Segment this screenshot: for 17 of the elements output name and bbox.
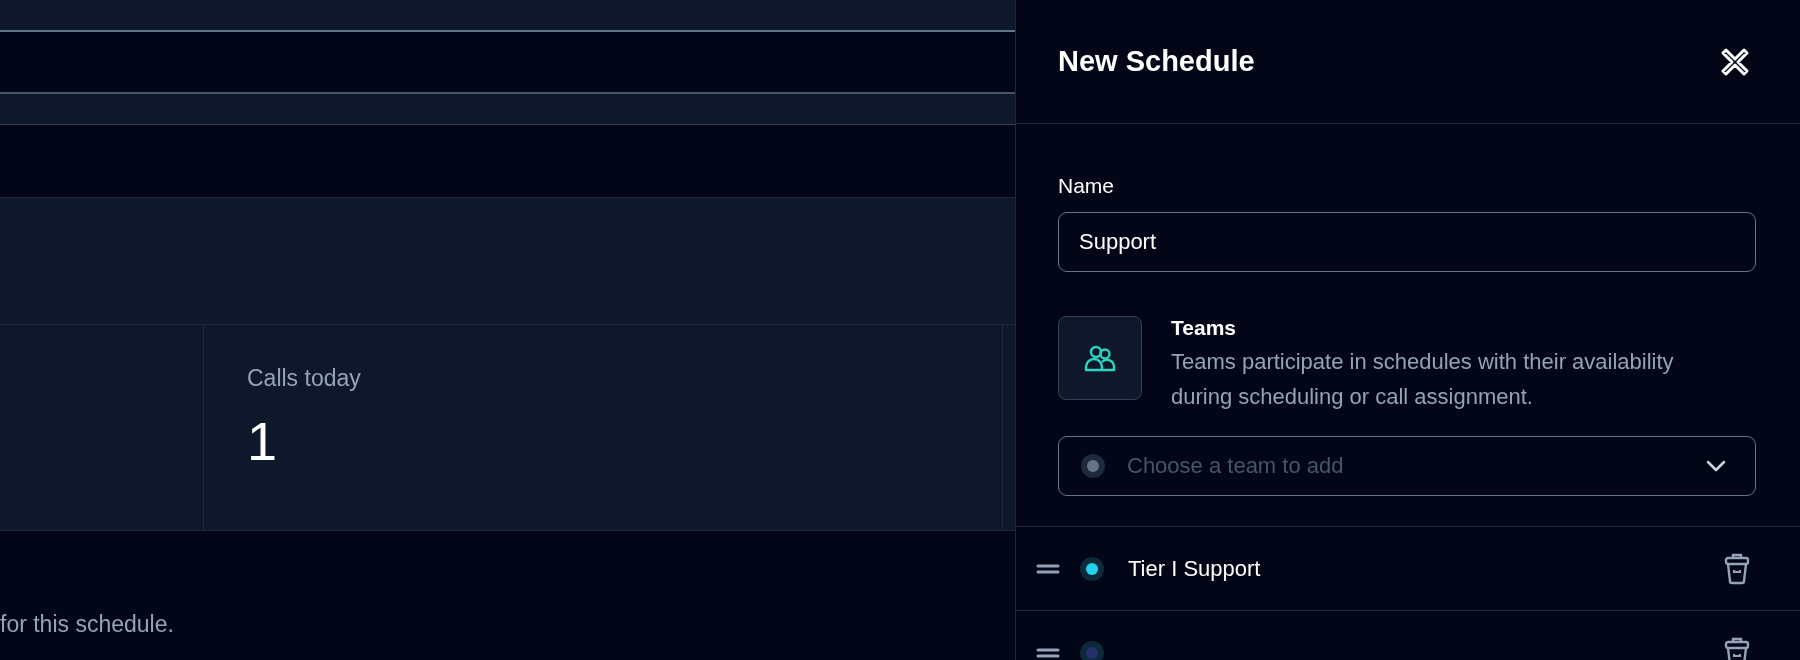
trash-icon[interactable]: [1724, 552, 1750, 585]
drag-handle-icon[interactable]: [1036, 646, 1060, 659]
panel-title: New Schedule: [1058, 45, 1255, 78]
trash-icon[interactable]: [1724, 636, 1750, 660]
close-icon[interactable]: [1720, 46, 1750, 77]
section-title: Teams: [1171, 316, 1237, 340]
chevron-down-icon: [1705, 459, 1727, 473]
description-text: for this schedule.: [0, 611, 174, 637]
team-name: Tier I Support: [1128, 555, 1261, 582]
users-icon: [1083, 343, 1117, 373]
stat-value: 1: [247, 410, 278, 472]
name-input[interactable]: Support: [1058, 212, 1756, 272]
stat-label: Calls today: [247, 365, 361, 392]
field-label: Name: [1058, 174, 1116, 198]
section-description: Teams participate in schedules with their availability during scheduling or call assignment.: [1171, 348, 1675, 411]
drag-handle-icon[interactable]: [1036, 562, 1060, 575]
team-row[interactable]: Tier I Support: [1016, 527, 1800, 611]
